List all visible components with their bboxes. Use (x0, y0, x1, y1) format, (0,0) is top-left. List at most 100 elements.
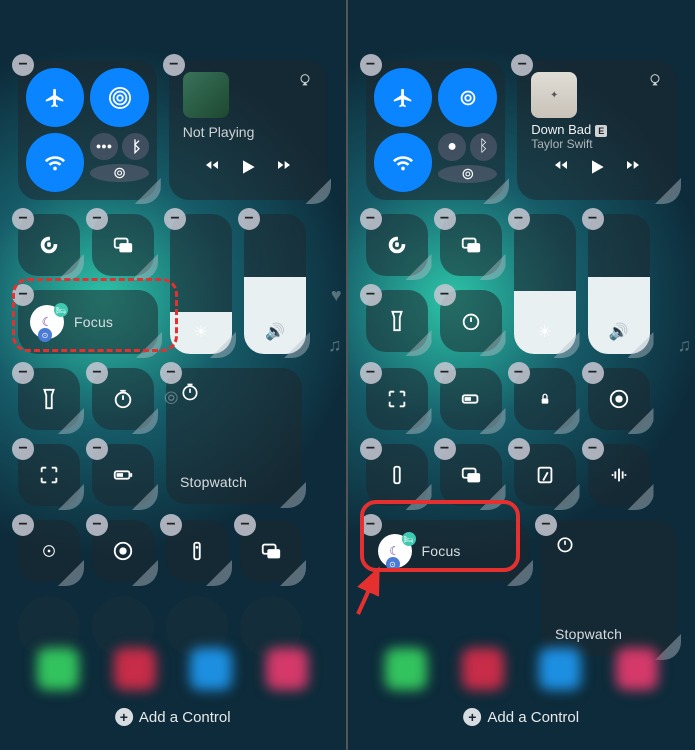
remove-icon[interactable]: − (582, 362, 604, 384)
airdrop-toggle[interactable] (90, 68, 148, 127)
remove-icon[interactable]: − (164, 208, 186, 230)
resize-handle[interactable] (628, 484, 654, 510)
brightness-slider[interactable]: − ☀ (514, 214, 576, 354)
sound-recognition-button[interactable]: − (588, 444, 650, 506)
resize-handle[interactable] (132, 254, 158, 280)
low-power-button[interactable]: − (92, 444, 154, 506)
resize-handle[interactable] (480, 330, 506, 356)
airplay-icon[interactable] (297, 72, 313, 93)
airdrop-toggle[interactable] (438, 68, 497, 127)
media-module[interactable]: − Not Playing (169, 60, 328, 200)
remove-icon[interactable]: − (238, 208, 260, 230)
airplane-toggle[interactable] (26, 68, 84, 127)
remove-icon[interactable]: − (508, 438, 530, 460)
volume-slider[interactable]: − 🔊 (588, 214, 650, 354)
stopwatch-module[interactable]: − Stopwatch (541, 520, 677, 656)
focus-module[interactable]: − ☾ 🛏 ⊙ Focus (18, 290, 158, 354)
resize-handle[interactable] (132, 408, 158, 434)
remove-icon[interactable]: − (360, 284, 382, 306)
resize-handle[interactable] (132, 560, 158, 586)
timer-button[interactable]: − (440, 290, 502, 352)
connectivity-module[interactable]: − ● ᛒ ⊚ (366, 60, 506, 200)
rewind-icon[interactable] (553, 157, 569, 182)
remove-icon[interactable]: − (86, 208, 108, 230)
remove-icon[interactable]: − (12, 284, 34, 306)
add-control-button[interactable]: + Add a Control (463, 708, 579, 726)
record-button[interactable]: − (92, 520, 154, 582)
remove-icon[interactable]: − (434, 362, 456, 384)
brightness-slider[interactable]: − ☀ (170, 214, 232, 354)
remove-icon[interactable]: − (582, 208, 604, 230)
remove-icon[interactable]: − (582, 438, 604, 460)
resize-handle[interactable] (406, 254, 432, 280)
hotspot-toggle[interactable]: ⊚ (90, 164, 148, 182)
media-module[interactable]: − ✦ Down BadE Taylor Swift (517, 60, 677, 200)
remove-icon[interactable]: − (434, 284, 456, 306)
remove-icon[interactable]: − (12, 438, 34, 460)
forward-icon[interactable] (625, 157, 641, 182)
scan-button[interactable]: − (366, 368, 428, 430)
remove-icon[interactable]: − (12, 362, 34, 384)
remove-icon[interactable]: − (511, 54, 533, 76)
resize-handle[interactable] (58, 254, 84, 280)
play-icon[interactable] (587, 157, 607, 182)
remove-icon[interactable]: − (12, 514, 34, 536)
resize-handle[interactable] (136, 332, 162, 358)
remove-icon[interactable]: − (360, 362, 382, 384)
resize-handle[interactable] (406, 408, 432, 434)
remove-icon[interactable]: − (86, 514, 108, 536)
remove-icon[interactable]: − (360, 54, 382, 76)
hotspot-toggle[interactable]: ⊚ (438, 165, 497, 183)
scan-button[interactable]: − (18, 444, 80, 506)
screen-mirroring-button[interactable]: − (92, 214, 154, 276)
resize-handle[interactable] (58, 408, 84, 434)
resize-handle[interactable] (406, 484, 432, 510)
cellular-toggle[interactable]: ●●● (90, 133, 117, 160)
remove-icon[interactable]: − (434, 438, 456, 460)
orientation-lock-button[interactable]: − (366, 214, 428, 276)
airplane-toggle[interactable] (374, 68, 433, 127)
remove-icon[interactable]: − (160, 514, 182, 536)
focus-module[interactable]: − ☾ 🛏 ⊙ Focus (366, 520, 530, 582)
remove-icon[interactable]: − (234, 514, 256, 536)
resize-handle[interactable] (628, 408, 654, 434)
remove-icon[interactable]: − (86, 438, 108, 460)
resize-handle[interactable] (480, 484, 506, 510)
resize-handle[interactable] (132, 484, 158, 510)
mirror2-button[interactable]: − (440, 444, 502, 506)
airplay-icon[interactable] (647, 72, 663, 93)
record-button[interactable]: − (588, 368, 650, 430)
mirror-button[interactable]: − (240, 520, 302, 582)
remote-button[interactable]: − (366, 444, 428, 506)
remove-icon[interactable]: − (360, 514, 382, 536)
stopwatch-module[interactable]: − Stopwatch (166, 368, 302, 504)
resize-handle[interactable] (280, 560, 306, 586)
connectivity-module[interactable]: − ●●● ⊚ (18, 60, 157, 200)
resize-handle[interactable] (507, 560, 533, 586)
forward-icon[interactable] (276, 157, 292, 182)
remove-icon[interactable]: − (508, 208, 530, 230)
remove-icon[interactable]: − (360, 438, 382, 460)
flashlight-button[interactable]: − (18, 368, 80, 430)
wifi-toggle[interactable] (26, 133, 84, 192)
remove-icon[interactable]: − (163, 54, 185, 76)
timer-button[interactable]: − (92, 368, 154, 430)
remove-icon[interactable]: − (12, 208, 34, 230)
resize-handle[interactable] (480, 254, 506, 280)
remove-icon[interactable]: − (12, 54, 34, 76)
remove-icon[interactable]: − (360, 208, 382, 230)
remove-icon[interactable]: − (434, 208, 456, 230)
resize-handle[interactable] (58, 560, 84, 586)
screen-mirroring-button[interactable]: − (440, 214, 502, 276)
remove-icon[interactable]: − (508, 362, 530, 384)
resize-handle[interactable] (554, 408, 580, 434)
resize-handle[interactable] (554, 484, 580, 510)
cellular-toggle[interactable]: ● (438, 133, 465, 161)
rewind-icon[interactable] (204, 157, 220, 182)
resize-handle[interactable] (480, 408, 506, 434)
remote-button[interactable]: − (166, 520, 228, 582)
play-icon[interactable] (238, 157, 258, 182)
bluetooth-toggle[interactable] (122, 133, 149, 160)
remove-icon[interactable]: − (86, 362, 108, 384)
orientation-lock-button[interactable]: − (18, 214, 80, 276)
